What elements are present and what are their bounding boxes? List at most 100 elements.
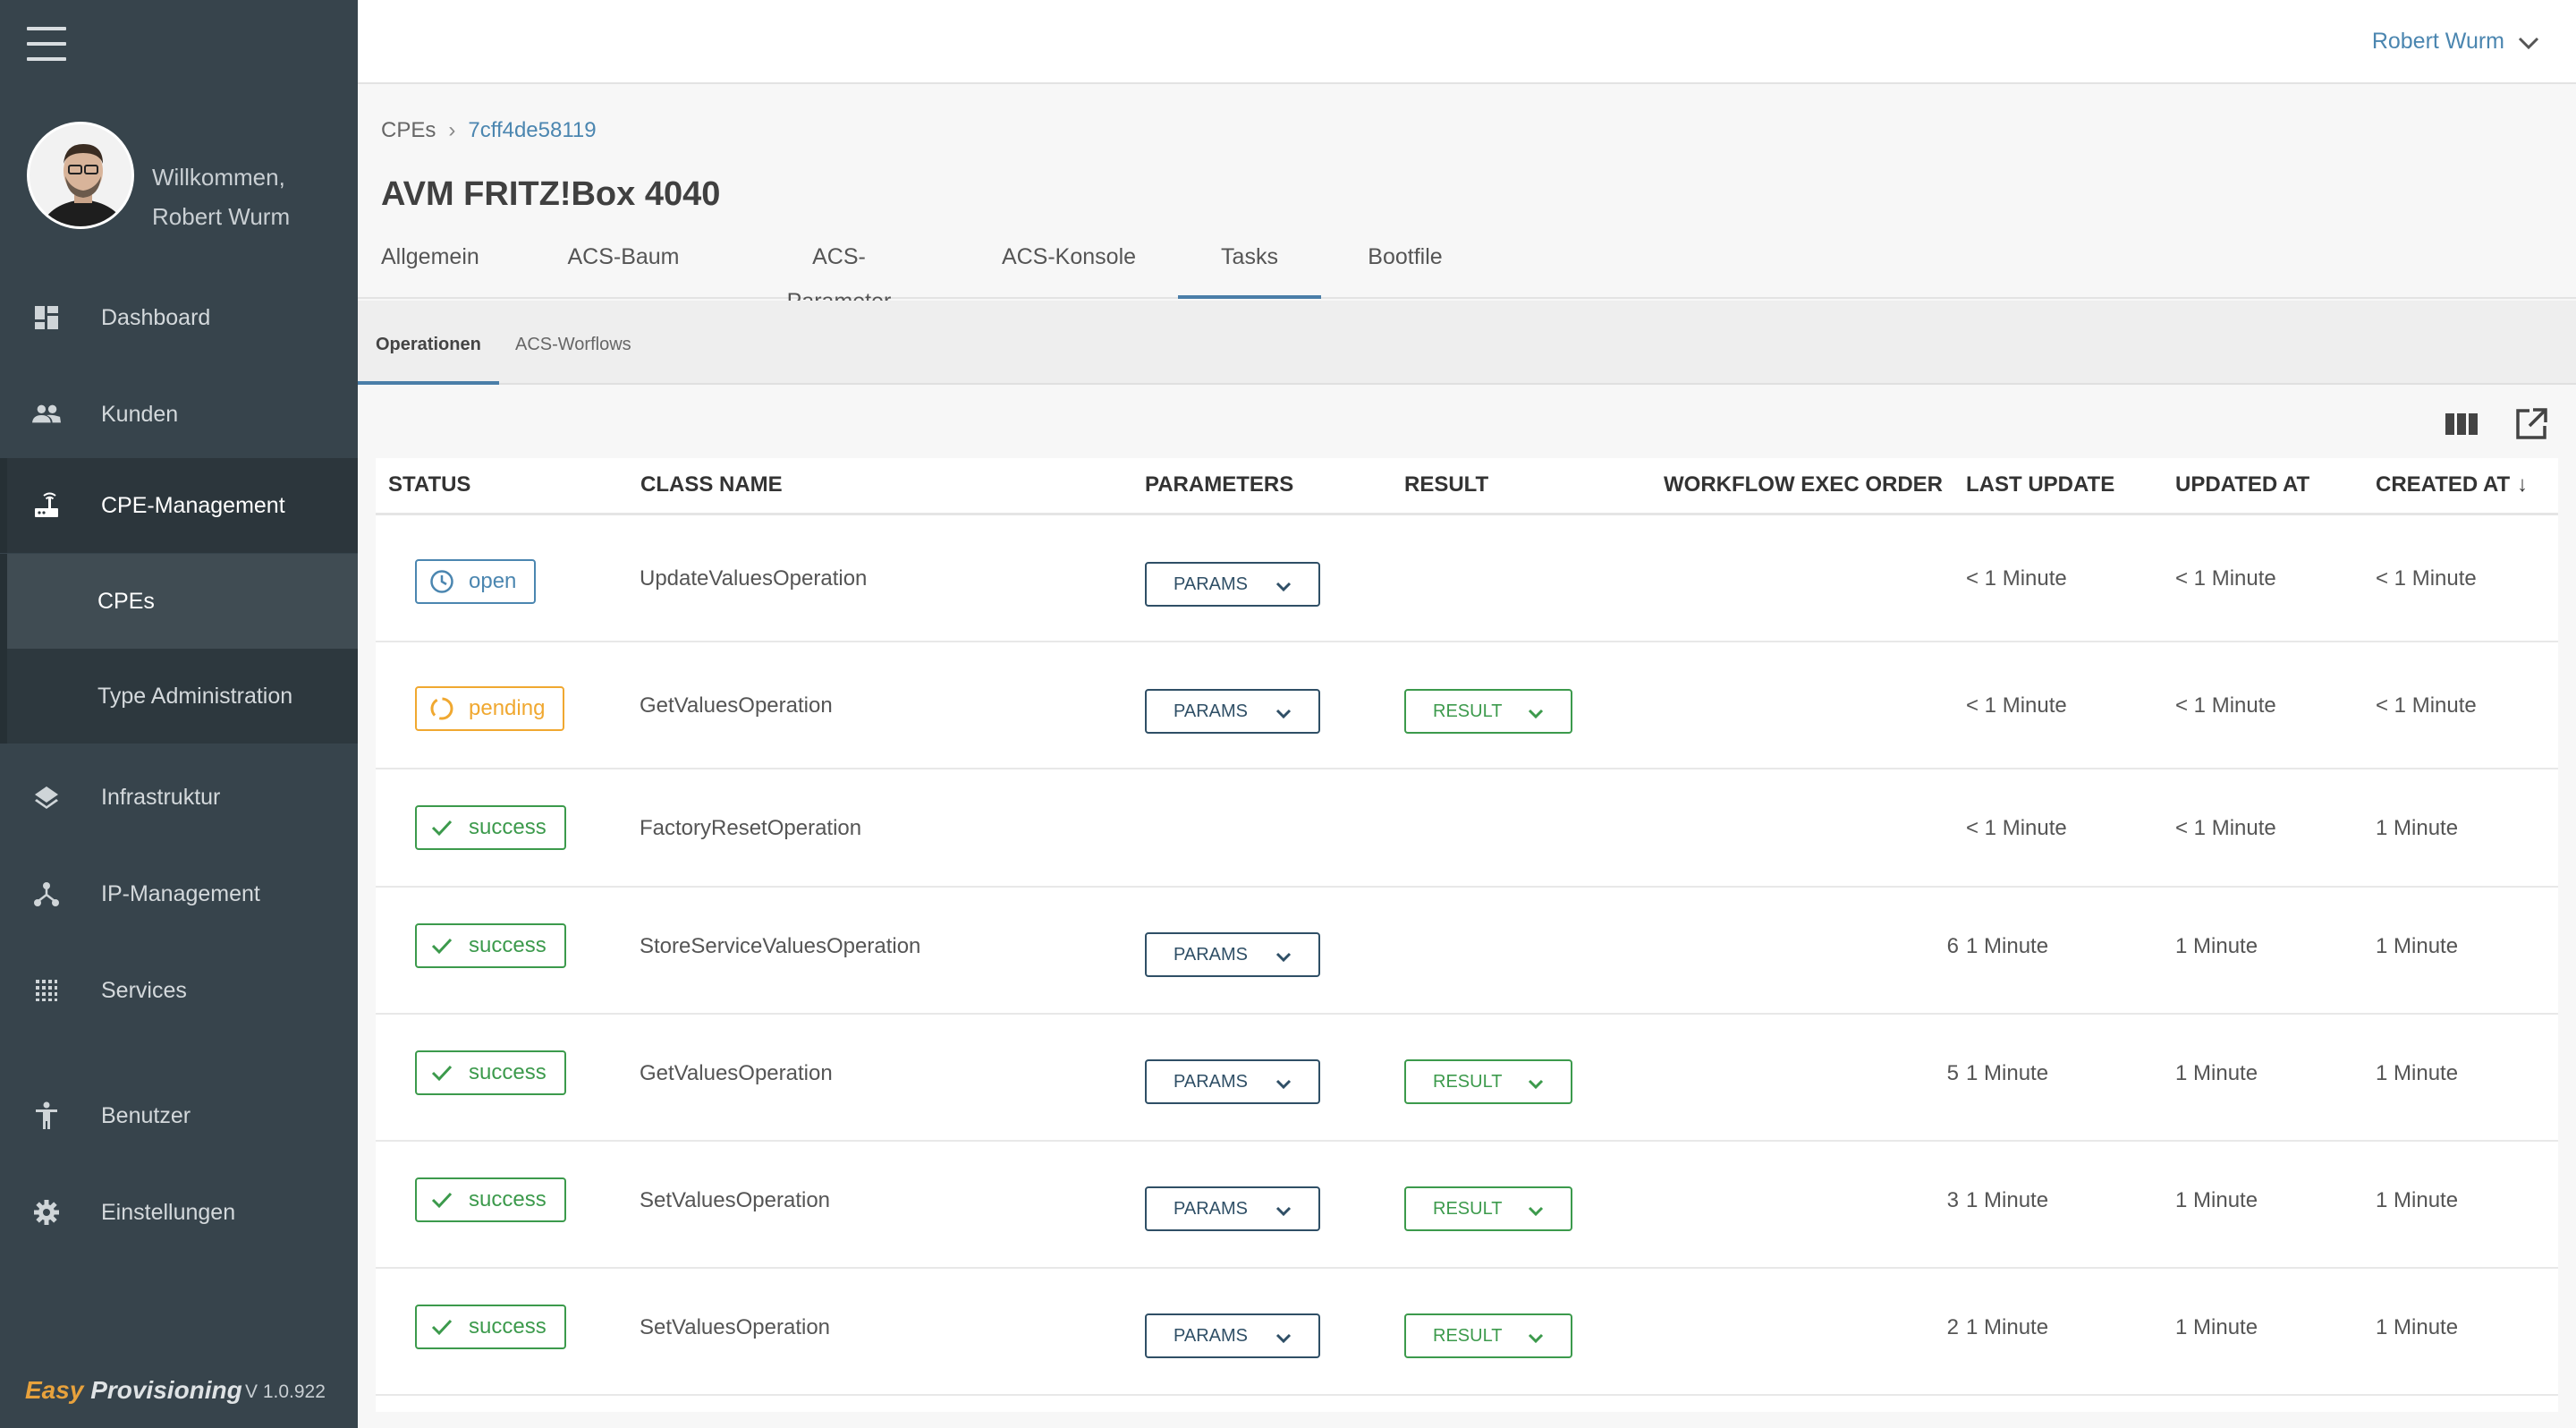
- created-at-cell: 1 Minute: [2376, 1315, 2459, 1339]
- header-updated-at[interactable]: UPDATED AT: [2175, 472, 2309, 497]
- columns-icon[interactable]: [2444, 406, 2479, 442]
- sidebar-item-label: IP-Management: [101, 880, 260, 906]
- result-button[interactable]: RESULT: [1404, 689, 1572, 734]
- status-badge: pending: [415, 686, 565, 731]
- header-last-update[interactable]: LAST UPDATE: [1966, 472, 2114, 497]
- sidebar-item-label: Benutzer: [101, 1102, 191, 1128]
- class-name-cell: StoreServiceValuesOperation: [640, 934, 921, 958]
- table-row: pending GetValuesOperation PARAMS RESULT…: [376, 642, 2558, 769]
- header-parameters[interactable]: PARAMETERS: [1145, 472, 1293, 497]
- class-name-cell: SetValuesOperation: [640, 1188, 831, 1212]
- params-label: PARAMS: [1174, 944, 1248, 965]
- status-text: open: [469, 569, 517, 593]
- person-icon: [32, 1101, 61, 1130]
- params-label: PARAMS: [1174, 1071, 1248, 1092]
- created-at-cell: < 1 Minute: [2376, 566, 2477, 591]
- welcome-username: Robert Wurm: [152, 203, 291, 230]
- sidebar-subitem-type-administration[interactable]: Type Administration: [0, 649, 358, 744]
- status-badge: open: [415, 559, 537, 604]
- menu-icon[interactable]: [27, 27, 66, 61]
- result-label: RESULT: [1433, 1198, 1503, 1219]
- subtab-operationen[interactable]: Operationen: [358, 301, 499, 385]
- created-at-cell: 1 Minute: [2376, 816, 2459, 840]
- tab-acs-konsole[interactable]: ACS-Konsole: [995, 234, 1143, 299]
- last-update-cell: < 1 Minute: [1966, 693, 2067, 718]
- params-button[interactable]: PARAMS: [1145, 932, 1320, 977]
- sidebar-item-services[interactable]: Services: [0, 943, 358, 1038]
- params-label: PARAMS: [1174, 1325, 1248, 1346]
- clock-icon: [429, 569, 454, 594]
- workflow-order-cell: 5: [1946, 1061, 1959, 1085]
- params-label: PARAMS: [1174, 574, 1248, 594]
- sidebar-item-label: Dashboard: [101, 304, 211, 330]
- result-label: RESULT: [1433, 1071, 1503, 1092]
- status-badge: success: [415, 923, 566, 968]
- tab-acs-baum[interactable]: ACS-Baum: [565, 234, 682, 299]
- last-update-cell: 1 Minute: [1966, 1188, 2049, 1212]
- result-label: RESULT: [1433, 701, 1503, 721]
- workflow-order-cell: 2: [1946, 1315, 1959, 1339]
- params-label: PARAMS: [1174, 701, 1248, 721]
- table-row: success StoreServiceValuesOperation PARA…: [376, 888, 2558, 1015]
- sidebar-item-label: Infrastruktur: [101, 784, 221, 810]
- chevron-down-icon: [1275, 1075, 1292, 1090]
- sort-arrow-down-icon[interactable]: ↓: [2517, 472, 2528, 497]
- brand-logo: Easy Provisioning: [25, 1376, 242, 1405]
- params-button[interactable]: PARAMS: [1145, 1186, 1320, 1231]
- updated-at-cell: < 1 Minute: [2175, 693, 2276, 718]
- sidebar-subitem-cpes[interactable]: CPEs: [0, 554, 358, 649]
- breadcrumb-cpes[interactable]: CPEs: [381, 118, 436, 142]
- created-at-cell: 1 Minute: [2376, 1188, 2459, 1212]
- check-icon: [429, 815, 454, 840]
- grid-icon: [32, 976, 61, 1005]
- updated-at-cell: < 1 Minute: [2175, 566, 2276, 591]
- updated-at-cell: < 1 Minute: [2175, 816, 2276, 840]
- status-text: success: [469, 1060, 547, 1084]
- class-name-cell: SetValuesOperation: [640, 1315, 831, 1339]
- dashboard-icon: [32, 303, 61, 332]
- open-external-icon[interactable]: [2513, 406, 2549, 442]
- table-row: success SetValuesOperation PARAMS RESULT…: [376, 1269, 2558, 1396]
- header-workflow-exec-order[interactable]: WORKFLOW EXEC ORDER: [1664, 472, 1943, 497]
- created-at-cell: < 1 Minute: [2376, 693, 2477, 718]
- table-header: STATUS CLASS NAME PARAMETERS RESULT WORK…: [376, 458, 2558, 515]
- sidebar: Willkommen, Robert Wurm Dashboard Kunden…: [0, 0, 358, 1428]
- sidebar-item-benutzer[interactable]: Benutzer: [0, 1068, 358, 1163]
- sidebar-item-einstellungen[interactable]: Einstellungen: [0, 1165, 358, 1260]
- header-class-name[interactable]: CLASS NAME: [640, 472, 783, 497]
- breadcrumb-current[interactable]: 7cff4de58119: [468, 118, 596, 142]
- sidebar-item-infrastruktur[interactable]: Infrastruktur: [0, 750, 358, 845]
- subtab-bar: Operationen ACS-Worflows: [358, 301, 2576, 385]
- status-text: success: [469, 1187, 547, 1211]
- result-button[interactable]: RESULT: [1404, 1313, 1572, 1358]
- tab-acs-parameter[interactable]: ACS-Parameter: [760, 234, 918, 314]
- last-update-cell: < 1 Minute: [1966, 816, 2067, 840]
- sidebar-item-cpe-management[interactable]: CPE-Management: [0, 458, 358, 553]
- gear-icon: [32, 1198, 61, 1227]
- user-menu[interactable]: Robert Wurm: [2372, 29, 2504, 55]
- result-button[interactable]: RESULT: [1404, 1186, 1572, 1231]
- params-button[interactable]: PARAMS: [1145, 1313, 1320, 1358]
- header-status[interactable]: STATUS: [388, 472, 470, 497]
- tab-bootfile[interactable]: Bootfile: [1358, 234, 1453, 299]
- subtab-acs-workflows[interactable]: ACS-Worflows: [515, 301, 631, 385]
- tab-tasks[interactable]: Tasks: [1178, 234, 1321, 299]
- header-created-at[interactable]: CREATED AT: [2376, 472, 2510, 497]
- sidebar-item-ip-management[interactable]: IP-Management: [0, 846, 358, 941]
- created-at-cell: 1 Minute: [2376, 1061, 2459, 1085]
- updated-at-cell: 1 Minute: [2175, 1061, 2258, 1085]
- sidebar-item-dashboard[interactable]: Dashboard: [0, 270, 358, 365]
- result-button[interactable]: RESULT: [1404, 1059, 1572, 1104]
- tab-allgemein[interactable]: Allgemein: [381, 234, 479, 299]
- params-button[interactable]: PARAMS: [1145, 689, 1320, 734]
- params-button[interactable]: PARAMS: [1145, 1059, 1320, 1104]
- status-badge: success: [415, 1177, 566, 1222]
- welcome-text: Willkommen, Robert Wurm: [152, 157, 290, 236]
- chevron-down-icon[interactable]: [2517, 34, 2540, 52]
- people-icon: [32, 400, 61, 429]
- header-result[interactable]: RESULT: [1404, 472, 1488, 497]
- layers-icon: [32, 783, 61, 812]
- check-icon: [429, 1060, 454, 1085]
- params-button[interactable]: PARAMS: [1145, 562, 1320, 607]
- sidebar-item-kunden[interactable]: Kunden: [0, 367, 358, 462]
